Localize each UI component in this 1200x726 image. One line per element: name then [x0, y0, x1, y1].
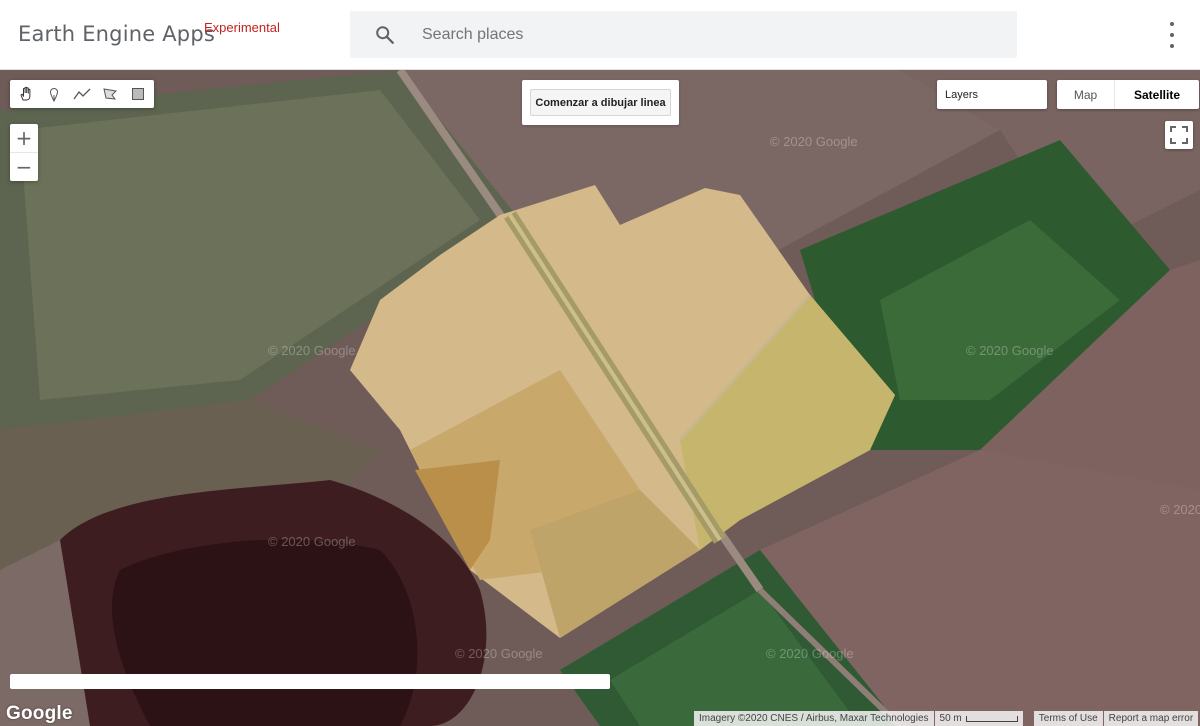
map-type-control: Map Satellite [1057, 80, 1199, 109]
zoom-in-button[interactable]: + [10, 124, 38, 152]
zoom-out-button[interactable]: − [10, 152, 38, 180]
polygon-tool-button[interactable] [96, 80, 124, 108]
line-tool-button[interactable] [68, 80, 96, 108]
drawing-toolbar [10, 80, 154, 108]
map-watermark: © 2020 Google [268, 534, 356, 549]
map-view[interactable]: © 2020 Google © 2020 Google © 2020 Googl… [0, 70, 1200, 726]
map-type-map-button[interactable]: Map [1057, 80, 1115, 109]
scale-bar [965, 715, 1018, 722]
scale-label: 50 m [939, 713, 962, 724]
layers-dropdown[interactable]: Layers [937, 80, 1047, 109]
rectangle-icon [132, 88, 144, 100]
rectangle-tool-button[interactable] [124, 80, 152, 108]
more-options-icon[interactable] [1160, 22, 1184, 48]
app-title: Earth Engine Apps [18, 22, 216, 46]
search-input[interactable] [422, 19, 992, 50]
map-watermark: © 2020 Google [1160, 502, 1200, 517]
map-watermark: © 2020 Google [966, 343, 1054, 358]
map-watermark: © 2020 Google [770, 134, 858, 149]
map-type-satellite-button[interactable]: Satellite [1115, 80, 1199, 109]
map-watermark: © 2020 Google [268, 343, 356, 358]
map-bottom-panel [10, 674, 610, 689]
polygon-icon [103, 88, 118, 100]
draw-line-panel: Comenzar a dibujar linea [522, 80, 679, 125]
fullscreen-button[interactable] [1165, 121, 1193, 149]
report-map-error-link[interactable]: Report a map error [1103, 711, 1199, 726]
imagery-attribution: Imagery ©2020 CNES / Airbus, Maxar Techn… [694, 711, 934, 726]
point-tool-button[interactable] [40, 80, 68, 108]
satellite-imagery [0, 70, 1200, 726]
zoom-control: + − [10, 124, 38, 181]
pan-tool-button[interactable] [12, 80, 40, 108]
map-watermark: © 2020 Google [766, 646, 854, 661]
start-drawing-line-button[interactable]: Comenzar a dibujar linea [530, 89, 671, 116]
app-header: Earth Engine Apps Experimental [0, 0, 1200, 70]
terms-of-use-link[interactable]: Terms of Use [1033, 711, 1103, 726]
google-logo: Google [6, 703, 73, 724]
marker-icon [49, 88, 59, 102]
fullscreen-icon [1170, 126, 1188, 144]
map-watermark: © 2020 Google [455, 646, 543, 661]
hand-icon [20, 86, 31, 101]
polyline-icon [73, 88, 91, 100]
scale-indicator[interactable]: 50 m [934, 711, 1023, 726]
search-box[interactable] [350, 11, 1017, 58]
map-attribution: Imagery ©2020 CNES / Airbus, Maxar Techn… [693, 711, 1199, 726]
search-icon [376, 26, 394, 44]
experimental-badge: Experimental [204, 20, 280, 35]
